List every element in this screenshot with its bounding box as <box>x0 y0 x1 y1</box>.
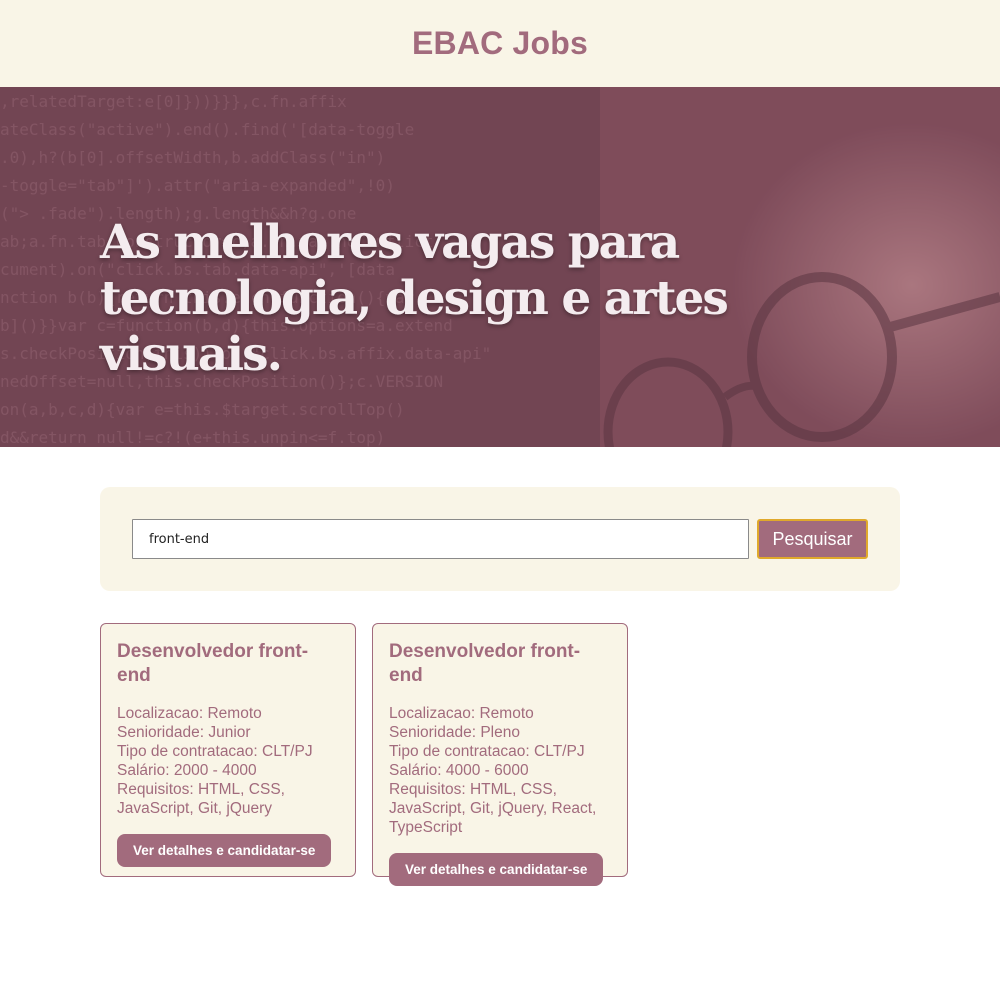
job-seniority: Senioridade: Junior <box>117 724 251 741</box>
search-panel: Pesquisar <box>100 487 900 591</box>
apply-button[interactable]: Ver detalhes e candidatar-se <box>389 853 604 886</box>
site-title: EBAC Jobs <box>411 25 589 61</box>
apply-button[interactable]: Ver detalhes e candidatar-se <box>117 834 332 867</box>
job-title: Desenvolvedor front-end <box>389 641 581 686</box>
job-card: Desenvolvedor front-end Localizacao: Rem… <box>372 623 628 886</box>
search-input[interactable] <box>132 519 749 559</box>
hero-headline: As melhores vagas para tecnologia, desig… <box>100 215 729 382</box>
job-title: Desenvolvedor front-end <box>117 641 309 686</box>
job-location: Localizacao: Remoto <box>117 705 262 722</box>
hero-banner: ,relatedTarget:e[0]}))}}},c.fn.affix ate… <box>0 87 1000 447</box>
job-contract-type: Tipo de contratacao: CLT/PJ <box>117 743 313 760</box>
site-header: EBAC Jobs <box>0 0 1000 87</box>
job-location: Localizacao: Remoto <box>389 705 534 722</box>
search-button[interactable]: Pesquisar <box>757 519 868 559</box>
job-contract-type: Tipo de contratacao: CLT/PJ <box>389 743 585 760</box>
job-seniority: Senioridade: Pleno <box>389 724 520 741</box>
job-salary: Salário: 2000 - 4000 <box>117 762 257 779</box>
job-card: Desenvolvedor front-end Localizacao: Rem… <box>100 623 356 877</box>
job-requirements: Requisitos: HTML, CSS, JavaScript, Git, … <box>389 781 597 836</box>
job-salary: Salário: 4000 - 6000 <box>389 762 529 779</box>
job-requirements: Requisitos: HTML, CSS, JavaScript, Git, … <box>117 781 285 817</box>
